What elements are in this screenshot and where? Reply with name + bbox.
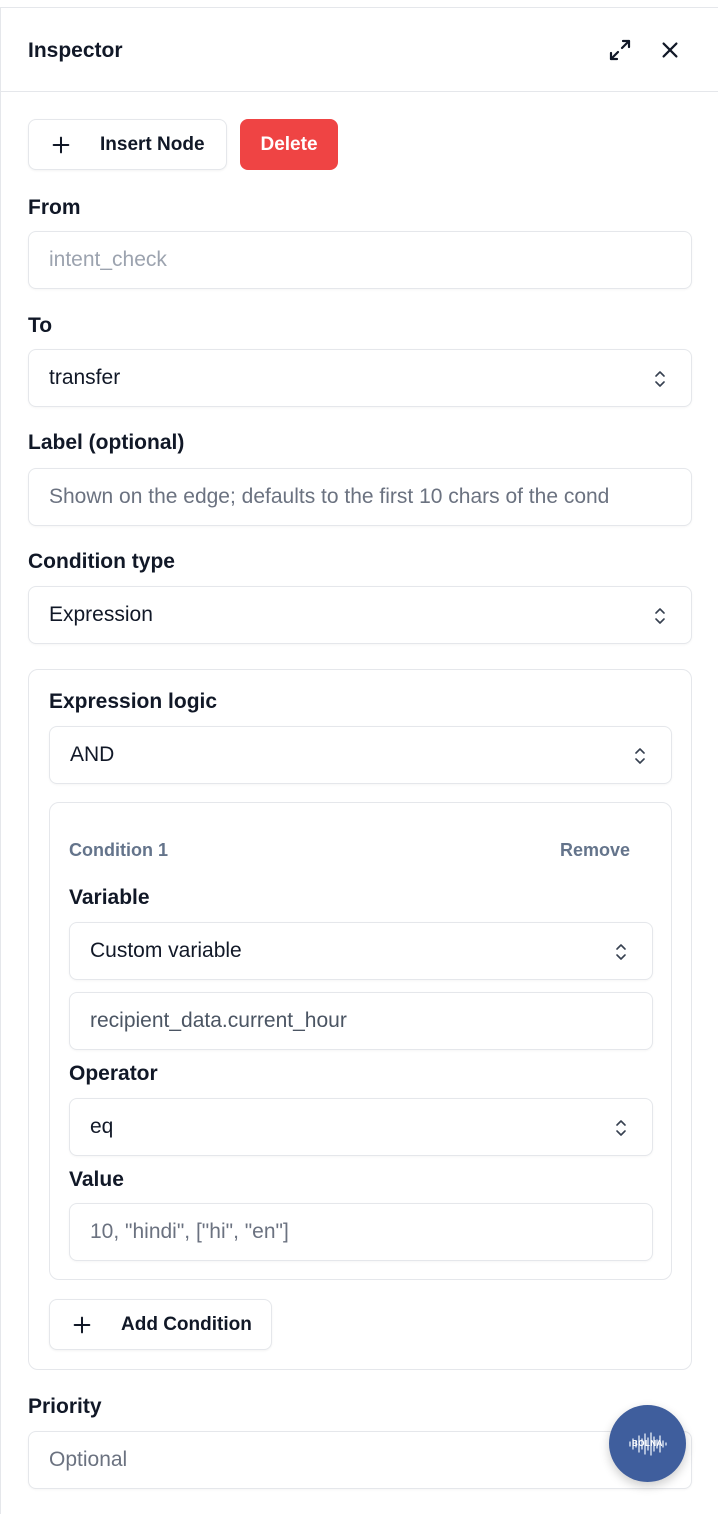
expression-logic-select[interactable]: AND	[49, 726, 672, 784]
assistant-fab-button[interactable]: BOLNA	[609, 1405, 686, 1482]
operator-label: Operator	[69, 1062, 158, 1085]
condition-card: Condition 1 Remove Variable Custom varia…	[49, 802, 672, 1280]
condition-type-label: Condition type	[28, 550, 175, 573]
edge-label-input[interactable]	[28, 468, 692, 526]
expression-logic-label: Expression logic	[49, 690, 218, 713]
priority-text-input[interactable]	[49, 1432, 691, 1488]
to-select[interactable]: transfer	[28, 349, 692, 407]
variable-select-value: Custom variable	[90, 939, 242, 962]
expression-card: Expression logic AND Condition 1 Remove …	[28, 669, 692, 1370]
expand-button[interactable]	[606, 36, 634, 64]
delete-button[interactable]: Delete	[240, 119, 338, 170]
expand-icon	[609, 39, 631, 61]
close-button[interactable]	[656, 36, 684, 64]
operator-value: eq	[90, 1115, 114, 1138]
variable-label: Variable	[69, 886, 150, 909]
fab-logo-text: BOLNA	[632, 1439, 663, 1448]
condition-type-select[interactable]: Expression	[28, 586, 692, 644]
custom-variable-input[interactable]: recipient_data.current_hour	[69, 992, 653, 1050]
inspector-title: Inspector	[28, 39, 123, 62]
chevron-up-down-icon	[616, 944, 626, 960]
condition-type-value: Expression	[49, 603, 153, 626]
priority-label: Priority	[28, 1395, 102, 1418]
value-input[interactable]	[69, 1203, 653, 1261]
plus-icon	[52, 136, 70, 153]
plus-icon	[73, 1316, 91, 1333]
delete-label: Delete	[260, 133, 318, 155]
chevron-up-down-icon	[655, 608, 665, 624]
operator-select[interactable]: eq	[69, 1098, 653, 1156]
chevron-up-down-icon	[635, 748, 645, 764]
priority-input[interactable]	[28, 1431, 692, 1489]
to-label: To	[28, 314, 53, 337]
edge-label-text-input[interactable]	[49, 469, 691, 525]
edge-label-label: Label (optional)	[28, 431, 185, 454]
value-text-input[interactable]	[90, 1204, 652, 1260]
inspector-header: Inspector	[1, 8, 718, 92]
variable-select[interactable]: Custom variable	[69, 922, 653, 980]
custom-variable-value: recipient_data.current_hour	[90, 1009, 347, 1032]
insert-node-button[interactable]: Insert Node	[28, 119, 227, 170]
from-label: From	[28, 196, 81, 219]
add-condition-label: Add Condition	[121, 1313, 252, 1335]
remove-condition-button[interactable]: Remove	[560, 838, 630, 862]
value-label: Value	[69, 1168, 124, 1191]
condition-title: Condition 1	[69, 840, 168, 860]
expression-logic-value: AND	[70, 743, 115, 766]
inspector-panel: Inspector Insert Node Delete From intent…	[0, 7, 718, 1514]
insert-node-label: Insert Node	[100, 133, 205, 155]
chevron-up-down-icon	[616, 1120, 626, 1136]
chevron-up-down-icon	[655, 371, 665, 387]
to-value: transfer	[49, 366, 121, 389]
from-value: intent_check	[49, 248, 167, 271]
from-field: intent_check	[28, 231, 692, 289]
close-icon	[662, 42, 678, 58]
add-condition-button[interactable]: Add Condition	[49, 1299, 272, 1350]
